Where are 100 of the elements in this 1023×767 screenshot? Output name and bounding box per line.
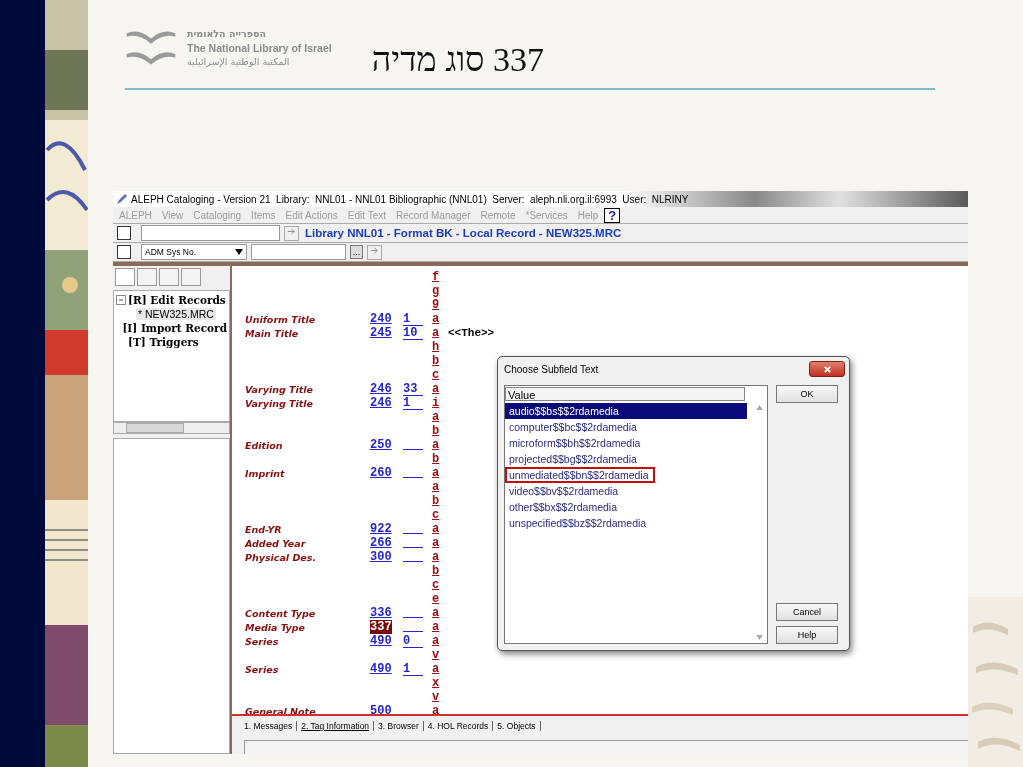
dialog-button[interactable]: Cancel: [776, 603, 838, 621]
subfield-code[interactable]: b: [432, 564, 446, 578]
dialog-button[interactable]: Help: [776, 626, 838, 644]
subfield-code[interactable]: f: [432, 270, 446, 284]
tag-link[interactable]: 336: [370, 606, 392, 620]
subfield-code[interactable]: i: [432, 396, 446, 410]
subfield-code[interactable]: a: [432, 550, 446, 564]
subfield-code[interactable]: a: [432, 620, 446, 634]
subfield-code[interactable]: b: [432, 424, 446, 438]
field-label: Main Title: [245, 327, 299, 339]
list-item[interactable]: unspecified$$bz$$2rdamedia: [505, 515, 747, 531]
indicator-link[interactable]: 10: [403, 328, 423, 340]
list-item[interactable]: audio$$bs$$2rdamedia: [505, 403, 747, 419]
subfield-code[interactable]: e: [432, 592, 446, 606]
tree-item[interactable]: [R] Edit Records: [128, 294, 226, 306]
indicator-link[interactable]: 1: [403, 314, 423, 326]
subfield-code[interactable]: a: [432, 326, 446, 340]
column-header[interactable]: Value: [505, 387, 745, 401]
search-field[interactable]: [141, 225, 280, 241]
browse-button[interactable]: ...: [350, 245, 363, 259]
subfield-code[interactable]: x: [432, 676, 446, 690]
close-button[interactable]: [809, 361, 845, 377]
subfield-code[interactable]: a: [432, 382, 446, 396]
field-label: Imprint: [245, 467, 285, 479]
subfield-code[interactable]: c: [432, 508, 446, 522]
tag-link[interactable]: 240: [370, 312, 392, 326]
go-arrow-button[interactable]: [284, 225, 299, 241]
field-label: End-YR: [245, 523, 282, 535]
subfield-code[interactable]: v: [432, 690, 446, 704]
list-item[interactable]: projected$$bg$$2rdamedia: [505, 451, 747, 467]
tag-link[interactable]: 337: [370, 620, 392, 634]
dropdown-arrow-icon[interactable]: [235, 249, 243, 255]
tag-link[interactable]: 260: [370, 466, 392, 480]
tab[interactable]: 5. Objects: [493, 721, 541, 731]
field-label: Series: [245, 635, 279, 647]
subfield-code[interactable]: c: [432, 368, 446, 382]
subfield-code[interactable]: a: [432, 606, 446, 620]
subfield-code[interactable]: a: [432, 634, 446, 648]
subfield-code[interactable]: b: [432, 452, 446, 466]
indicator-link[interactable]: 1: [403, 664, 423, 676]
subfield-code[interactable]: a: [432, 466, 446, 480]
tag-link[interactable]: 490: [370, 662, 392, 676]
record-header: Library NNL01 - Format BK - Local Record - NEW325.MRC: [305, 227, 622, 239]
field-label: Physical Des.: [245, 551, 317, 563]
tag-link[interactable]: 922: [370, 522, 392, 536]
scrollbar[interactable]: [113, 422, 230, 434]
ok-button[interactable]: OK: [776, 385, 838, 403]
subfield-code[interactable]: a: [432, 438, 446, 452]
tag-link[interactable]: 250: [370, 438, 392, 452]
subfield-code[interactable]: a: [432, 480, 446, 494]
tag-link[interactable]: 246: [370, 382, 392, 396]
collapse-icon[interactable]: [116, 295, 126, 305]
tag-link[interactable]: 245: [370, 326, 392, 340]
tab[interactable]: 1. Messages: [240, 721, 298, 731]
indicator-link[interactable]: 1: [403, 398, 423, 410]
tab[interactable]: 3. Browser: [374, 721, 424, 731]
tab[interactable]: 2. Tag Information: [297, 721, 375, 731]
subfield-code[interactable]: a: [432, 536, 446, 550]
tree-item[interactable]: [I] Import Record: [122, 322, 227, 334]
indicator-link[interactable]: 33: [403, 384, 423, 396]
subfield-code[interactable]: g: [432, 284, 446, 298]
list-item[interactable]: other$$bx$$2rdamedia: [505, 499, 747, 515]
scroll-up-icon[interactable]: [755, 405, 763, 410]
list-item[interactable]: video$$bv$$2rdamedia: [505, 483, 747, 499]
list-item[interactable]: microform$$bh$$2rdamedia: [505, 435, 747, 451]
subfield-code[interactable]: a: [432, 312, 446, 326]
subfield-code[interactable]: a: [432, 522, 446, 536]
subfield-code[interactable]: 9: [432, 298, 446, 312]
tag-link[interactable]: 266: [370, 536, 392, 550]
subfield-code[interactable]: b: [432, 354, 446, 368]
tag-link[interactable]: 246: [370, 396, 392, 410]
logo-hebrew-text: הספרייה הלאומית: [187, 27, 267, 41]
field-label: Edition: [245, 439, 283, 451]
list-item[interactable]: computer$$bc$$2rdamedia: [505, 419, 747, 435]
tree-item[interactable]: * NEW325.MRC: [136, 308, 216, 320]
tab[interactable]: 4. HOL Records: [423, 721, 494, 731]
close-icon: [822, 364, 832, 374]
help-button[interactable]: ?: [604, 207, 621, 223]
subfield-code[interactable]: a: [432, 704, 446, 714]
tag-link[interactable]: 500: [370, 704, 392, 714]
go-arrow-button[interactable]: [367, 244, 382, 260]
field-label: Content Type: [245, 607, 316, 619]
subfield-value: <<The>>: [448, 327, 495, 339]
scroll-down-icon[interactable]: [755, 635, 763, 640]
tag-link[interactable]: 490: [370, 634, 392, 648]
subfield-code[interactable]: b: [432, 494, 446, 508]
list-item[interactable]: unmediated$$bn$$2rdamedia: [505, 467, 655, 483]
tree-item[interactable]: [T] Triggers: [128, 336, 199, 348]
tag-link[interactable]: 300: [370, 550, 392, 564]
subfield-code[interactable]: v: [432, 648, 446, 662]
search-type-dropdown[interactable]: ADM Sys No.: [141, 244, 247, 260]
subfield-code[interactable]: h: [432, 340, 446, 354]
subfield-code[interactable]: c: [432, 578, 446, 592]
field-label: Varying Title: [245, 383, 313, 395]
subfield-code[interactable]: a: [432, 662, 446, 676]
search-field[interactable]: [251, 244, 346, 260]
arrow-icon: [287, 226, 296, 236]
subfield-code[interactable]: a: [432, 410, 446, 424]
arrow-icon: [370, 245, 379, 255]
indicator-link[interactable]: 0: [403, 636, 423, 648]
